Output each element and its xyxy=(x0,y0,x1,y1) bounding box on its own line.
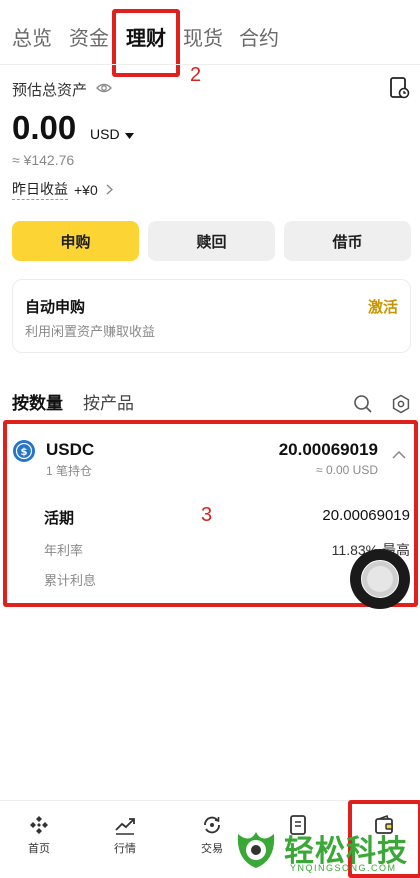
floating-touch-core xyxy=(367,566,393,592)
market-chart-icon xyxy=(114,814,136,836)
usdc-coin-icon: $ xyxy=(13,440,35,467)
settings-hexagon-icon[interactable] xyxy=(391,394,411,419)
balance-approx: ≈ ¥142.76 xyxy=(12,152,75,168)
caret-down-icon xyxy=(124,126,134,142)
interest-label: 累计利息 xyxy=(44,573,97,588)
yesterday-value: +¥0 xyxy=(74,181,98,198)
watermark-logo-icon xyxy=(232,826,280,877)
floating-touch-button[interactable] xyxy=(350,549,410,609)
watermark-url: YNQINGSONG.COM xyxy=(290,863,397,873)
eye-icon[interactable] xyxy=(96,80,112,96)
annotation-box-earn-tab xyxy=(112,9,180,77)
search-icon[interactable] xyxy=(353,394,373,419)
yesterday-earnings[interactable]: 昨日收益 +¥0 xyxy=(12,179,113,200)
home-diamond-icon xyxy=(28,814,50,836)
auto-subscribe-desc: 利用闲置资产赚取收益 xyxy=(25,324,156,339)
tab-by-quantity[interactable]: 按数量 xyxy=(12,389,63,414)
apr-label: 年利率 xyxy=(44,543,84,558)
annotation-number-3: 3 xyxy=(201,504,213,526)
currency-selector[interactable]: USD xyxy=(90,126,134,142)
auto-subscribe-card[interactable]: 自动申购 利用闲置资产赚取收益 激活 xyxy=(12,279,411,353)
total-balance: 0.00 xyxy=(12,109,77,146)
borrow-button[interactable]: 借币 xyxy=(284,221,411,261)
trade-swap-icon xyxy=(201,814,223,836)
chevron-right-icon xyxy=(106,182,113,198)
asset-approx: ≈ 0.00 USD xyxy=(316,463,378,477)
annotation-number-2: 2 xyxy=(190,64,202,86)
tab-funding[interactable]: 资金 xyxy=(69,26,109,52)
tab-by-product[interactable]: 按产品 xyxy=(83,389,134,414)
svg-text:$: $ xyxy=(21,447,28,458)
asset-row-usdc[interactable]: $ USDC 1 笔持仓 20.00069019 ≈ 0.00 USD xyxy=(10,430,410,480)
tab-overview[interactable]: 总览 xyxy=(12,26,52,52)
asset-positions: 1 笔持仓 xyxy=(46,464,93,478)
history-document-icon[interactable] xyxy=(389,76,411,100)
watermark: 轻松科技 YNQINGSONG.COM xyxy=(232,826,420,874)
nav-market-label: 行情 xyxy=(114,843,136,855)
nav-market[interactable]: 行情 xyxy=(97,814,153,856)
yesterday-label: 昨日收益 xyxy=(12,179,68,200)
currency-label: USD xyxy=(90,126,120,142)
nav-home-label: 首页 xyxy=(28,843,50,855)
summary-title: 预估总资产 xyxy=(12,82,88,99)
term-label: 活期 xyxy=(44,510,75,527)
term-value: 20.00069019 xyxy=(322,507,410,524)
chevron-up-icon[interactable] xyxy=(392,446,406,464)
tabs-divider xyxy=(0,64,420,65)
activate-link[interactable]: 激活 xyxy=(368,296,398,317)
asset-amount: 20.00069019 xyxy=(278,440,378,459)
nav-home[interactable]: 首页 xyxy=(11,814,67,856)
asset-name: USDC xyxy=(46,440,95,459)
tab-spot[interactable]: 现货 xyxy=(183,26,223,52)
nav-trade-label: 交易 xyxy=(201,843,223,855)
subscribe-button[interactable]: 申购 xyxy=(12,221,139,261)
tab-futures[interactable]: 合约 xyxy=(239,26,279,52)
auto-subscribe-title: 自动申购 xyxy=(25,299,86,316)
redeem-button[interactable]: 赎回 xyxy=(148,221,275,261)
